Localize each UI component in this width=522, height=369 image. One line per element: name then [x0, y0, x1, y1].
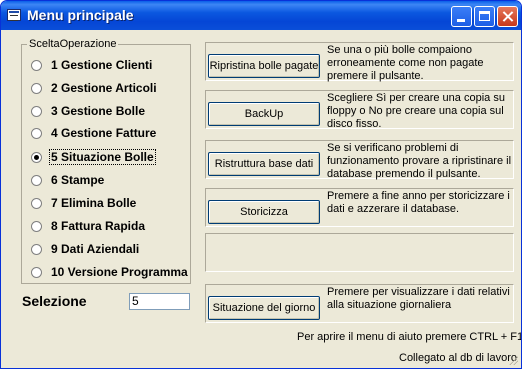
title-bar[interactable]: Menu principale — [1, 1, 521, 30]
option-item-7[interactable]: 7 Elimina Bolle — [31, 195, 137, 211]
option-group-label: SceltaOperazione — [27, 38, 119, 50]
action-description: Scegliere Sì per creare una copia su flo… — [327, 92, 505, 130]
maximize-button[interactable] — [474, 6, 495, 27]
selection-field[interactable]: 5 — [129, 293, 190, 310]
option-item-2[interactable]: 2 Gestione Articoli — [31, 80, 158, 96]
option-item-6[interactable]: 6 Stampe — [31, 172, 105, 188]
action-description: Premere per visualizzare i dati relativi… — [327, 286, 510, 311]
option-label: 9 Dati Aziendali — [51, 242, 140, 256]
radio-button[interactable] — [31, 174, 42, 186]
radio-button[interactable] — [31, 127, 42, 139]
form-icon[interactable] — [7, 9, 21, 21]
option-item-10[interactable]: 10 Versione Programma — [31, 264, 189, 280]
action-button-6[interactable]: Situazione del giorno — [208, 296, 320, 320]
option-item-4[interactable]: 4 Gestione Fatture — [31, 125, 157, 141]
action-button-2[interactable]: BackUp — [208, 102, 320, 126]
radio-button[interactable] — [31, 82, 42, 94]
option-item-5[interactable]: 5 Situazione Bolle — [31, 149, 156, 165]
action-button-1[interactable]: Ripristina bolle pagate — [208, 54, 320, 78]
option-label: 6 Stampe — [51, 173, 105, 187]
option-label: 2 Gestione Articoli — [51, 81, 157, 95]
radio-button[interactable] — [31, 243, 42, 255]
option-label: 5 Situazione Bolle — [49, 149, 156, 165]
main-menu-window: Menu principale SceltaOperazione 1 Gesti… — [0, 0, 522, 369]
action-description: Se si verificano problemi di funzionamen… — [327, 142, 512, 180]
option-item-3[interactable]: 3 Gestione Bolle — [31, 103, 146, 119]
action-button-3[interactable]: Ristruttura base dati — [208, 152, 320, 176]
radio-button[interactable] — [31, 105, 42, 117]
radio-button[interactable] — [31, 151, 42, 163]
option-label: 1 Gestione Clienti — [51, 58, 153, 72]
action-panel — [205, 233, 514, 272]
radio-button[interactable] — [31, 266, 42, 278]
radio-button[interactable] — [31, 220, 42, 232]
option-label: 7 Elimina Bolle — [51, 196, 137, 210]
selection-label: Selezione — [22, 293, 87, 309]
option-item-9[interactable]: 9 Dati Aziendali — [31, 241, 140, 257]
option-item-1[interactable]: 1 Gestione Clienti — [31, 57, 153, 73]
action-description: Premere a fine anno per storicizzare i d… — [327, 190, 510, 215]
radio-button[interactable] — [31, 197, 42, 209]
option-label: 3 Gestione Bolle — [51, 104, 146, 118]
option-label: 10 Versione Programma — [51, 265, 188, 279]
close-button[interactable] — [497, 6, 518, 27]
radio-button[interactable] — [31, 59, 42, 71]
connection-status: Collegato al db di lavoro — [399, 352, 518, 364]
action-button-4[interactable]: Storicizza — [208, 200, 320, 224]
window-title: Menu principale — [27, 7, 134, 23]
resize-grip[interactable] — [508, 355, 518, 365]
option-label: 8 Fattura Rapida — [51, 219, 146, 233]
option-label: 4 Gestione Fatture — [51, 126, 157, 140]
action-description: Se una o più bolle compaiono erroneament… — [327, 44, 484, 82]
option-item-8[interactable]: 8 Fattura Rapida — [31, 218, 146, 234]
minimize-button[interactable] — [451, 6, 472, 27]
help-hint: Per aprire il menu di aiuto premere CTRL… — [297, 331, 522, 343]
